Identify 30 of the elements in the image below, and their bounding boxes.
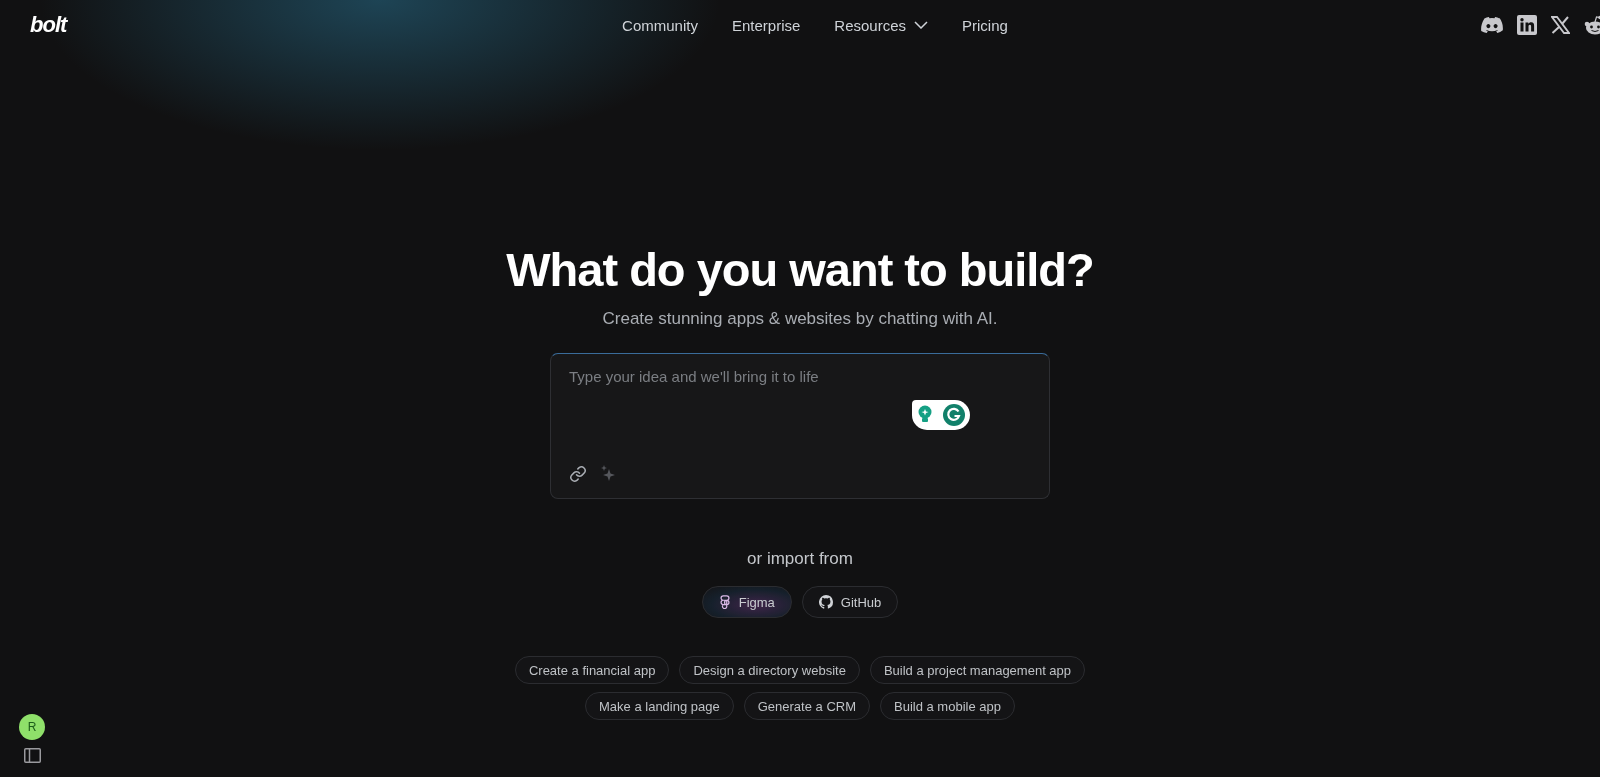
suggestion-chip[interactable]: Design a directory website <box>679 656 860 684</box>
import-label: or import from <box>747 549 853 569</box>
suggestion-chip[interactable]: Generate a CRM <box>743 692 870 720</box>
linkedin-icon[interactable] <box>1517 15 1537 35</box>
lightbulb-icon <box>916 405 933 425</box>
bolt-logo[interactable]: bolt <box>30 12 67 38</box>
prompt-input[interactable]: Type your idea and we'll bring it to life <box>569 368 1031 385</box>
github-icon <box>818 595 833 609</box>
nav-dropdown[interactable]: Resources <box>834 16 929 34</box>
x-logo-icon[interactable] <box>1551 16 1570 34</box>
nav-link[interactable]: Community <box>622 16 698 34</box>
import-button[interactable]: GitHub <box>801 586 899 618</box>
nav-link[interactable]: Pricing <box>962 16 1008 34</box>
user-avatar[interactable]: R <box>19 714 45 740</box>
suggestion-chip[interactable]: Build a project management app <box>869 656 1086 684</box>
hero-subtitle: Create stunning apps & websites by chatting with AI. <box>602 309 998 329</box>
discord-icon[interactable] <box>1481 17 1503 33</box>
import-button[interactable]: Figma <box>701 586 792 618</box>
figma-icon <box>718 595 731 609</box>
chevron-down-icon <box>914 21 929 29</box>
sidebar-toggle-icon[interactable] <box>23 748 41 763</box>
grammarly-icon <box>941 403 966 427</box>
suggestion-chip[interactable]: Make a landing page <box>585 692 734 720</box>
suggestion-chip[interactable]: Create a financial app <box>514 656 670 684</box>
nav-link[interactable]: Enterprise <box>731 16 801 34</box>
grammarly-widget[interactable] <box>912 400 970 430</box>
hero-title: What do you want to build? <box>506 242 1094 297</box>
reddit-icon[interactable] <box>1584 15 1600 35</box>
suggestion-chip[interactable]: Build a mobile app <box>880 692 1015 720</box>
link-icon[interactable] <box>569 465 587 483</box>
